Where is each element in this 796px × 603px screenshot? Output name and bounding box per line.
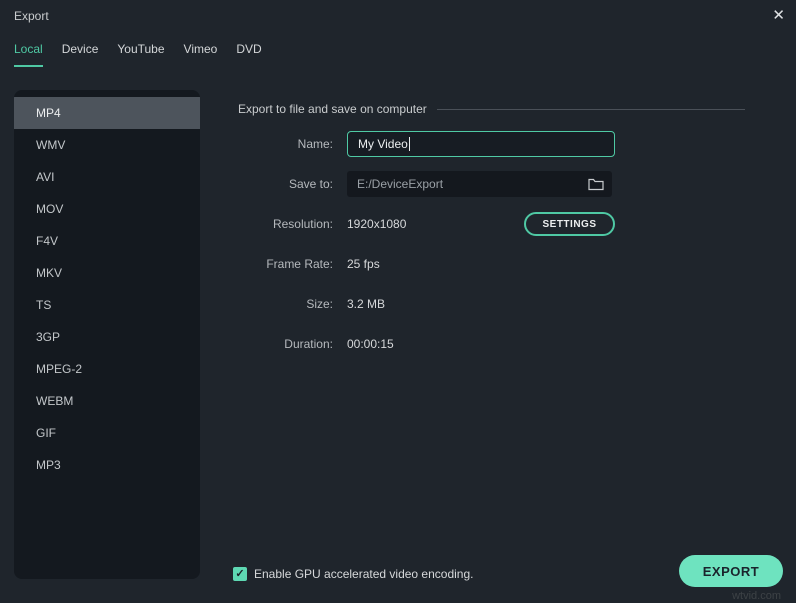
format-item-mov[interactable]: MOV	[14, 193, 200, 225]
watermark: wtvid.com	[732, 590, 781, 602]
frame-rate-row: Frame Rate: 25 fps	[238, 251, 748, 277]
resolution-value: 1920x1080	[347, 217, 407, 231]
frame-rate-label: Frame Rate:	[266, 257, 333, 271]
dialog-title: Export	[14, 9, 49, 23]
name-row: Name: My Video	[238, 131, 748, 157]
format-item-ts[interactable]: TS	[14, 289, 200, 321]
save-to-value: E:/DeviceExport	[357, 177, 444, 191]
format-item-mp4[interactable]: MP4	[14, 97, 200, 129]
tab-dvd[interactable]: DVD	[236, 42, 261, 67]
format-list: MP4 WMV AVI MOV F4V MKV TS 3GP MPEG-2 WE…	[14, 90, 200, 579]
gpu-checkbox-label: Enable GPU accelerated video encoding.	[254, 567, 474, 581]
duration-row: Duration: 00:00:15	[238, 331, 748, 357]
format-item-avi[interactable]: AVI	[14, 161, 200, 193]
section-header: Export to file and save on computer	[238, 102, 745, 116]
format-item-3gp[interactable]: 3GP	[14, 321, 200, 353]
format-item-mpeg2[interactable]: MPEG-2	[14, 353, 200, 385]
size-label: Size:	[306, 297, 333, 311]
tab-device[interactable]: Device	[62, 42, 99, 67]
resolution-label: Resolution:	[272, 217, 333, 231]
tab-vimeo[interactable]: Vimeo	[184, 42, 218, 67]
export-dialog: Export ✕ Local Device YouTube Vimeo DVD …	[0, 0, 796, 603]
size-value: 3.2 MB	[347, 297, 386, 311]
settings-button[interactable]: SETTINGS	[524, 212, 615, 236]
format-item-wmv[interactable]: WMV	[14, 129, 200, 161]
section-title: Export to file and save on computer	[238, 102, 427, 116]
frame-rate-value: 25 fps	[347, 257, 380, 271]
format-item-f4v[interactable]: F4V	[14, 225, 200, 257]
tab-youtube[interactable]: YouTube	[117, 42, 164, 67]
save-to-label: Save to:	[288, 177, 333, 191]
name-label: Name:	[297, 137, 333, 151]
export-button[interactable]: EXPORT	[679, 555, 783, 587]
folder-icon[interactable]	[588, 177, 604, 191]
format-item-mkv[interactable]: MKV	[14, 257, 200, 289]
section-divider	[436, 108, 745, 110]
gpu-checkbox[interactable]: ✓	[233, 567, 247, 581]
duration-value: 00:00:15	[347, 337, 394, 351]
size-row: Size: 3.2 MB	[238, 291, 748, 317]
format-item-webm[interactable]: WEBM	[14, 385, 200, 417]
text-caret	[408, 137, 410, 151]
format-item-mp3[interactable]: MP3	[14, 449, 200, 481]
resolution-row: Resolution: 1920x1080 SETTINGS	[238, 211, 748, 237]
name-input-value: My Video	[358, 137, 408, 151]
gpu-encoding-option: ✓ Enable GPU accelerated video encoding.	[233, 567, 473, 581]
format-item-gif[interactable]: GIF	[14, 417, 200, 449]
tab-local[interactable]: Local	[14, 42, 43, 67]
save-to-field[interactable]: E:/DeviceExport	[347, 171, 612, 197]
name-input[interactable]: My Video	[347, 131, 615, 157]
export-tabs: Local Device YouTube Vimeo DVD	[14, 42, 262, 67]
close-icon[interactable]: ✕	[772, 7, 785, 25]
save-to-row: Save to: E:/DeviceExport	[238, 171, 748, 197]
duration-label: Duration:	[284, 337, 333, 351]
